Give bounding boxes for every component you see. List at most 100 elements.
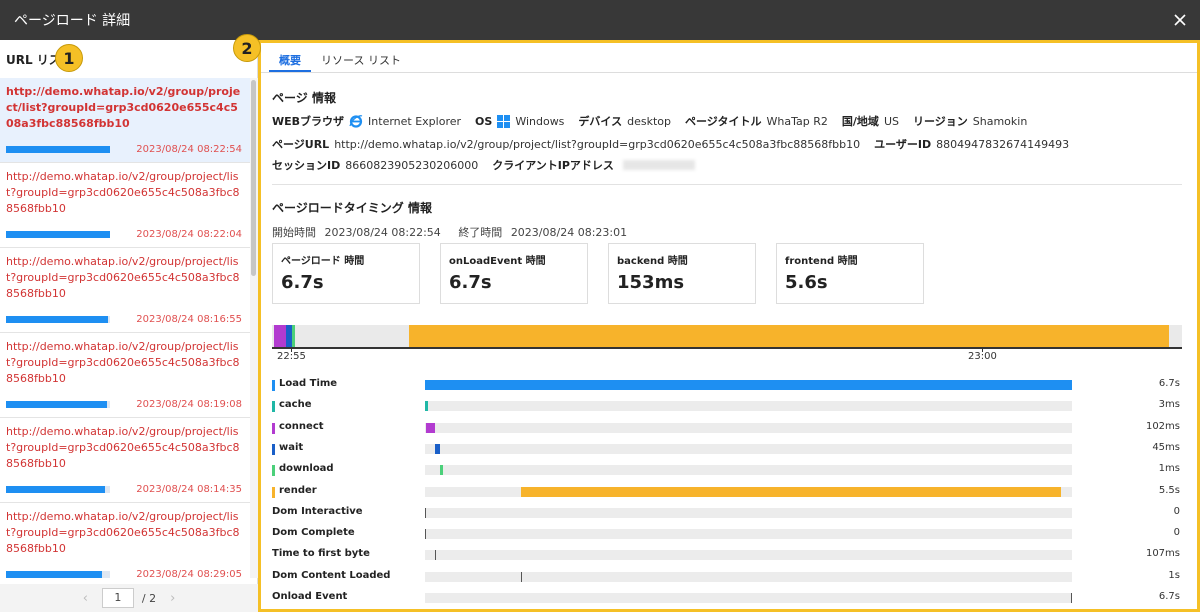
card-backend-time: backend 時間 153ms [608, 243, 756, 304]
modal-title-bar: ページロード 詳細 [0, 0, 1200, 40]
list-item[interactable]: http://demo.whatap.io/v2/group/project/l… [0, 163, 250, 248]
list-item-date: 2023/08/24 08:29:05 [136, 569, 242, 578]
list-item-date: 2023/08/24 08:19:08 [136, 399, 242, 410]
list-item[interactable]: http://demo.whatap.io/v2/group/project/l… [0, 503, 250, 578]
metric-name: Onload Event [272, 591, 348, 602]
browser-label: WEBブラウザ [272, 115, 345, 128]
card-onload-event-time: onLoadEvent 時間 6.7s [440, 243, 588, 304]
metric-row: download 1ms [272, 461, 1192, 482]
list-item-date: 2023/08/24 08:22:54 [136, 144, 242, 155]
url-list: http://demo.whatap.io/v2/group/project/l… [0, 78, 250, 578]
region-value: Shamokin [972, 114, 1028, 128]
list-item-url: http://demo.whatap.io/v2/group/project/l… [6, 170, 240, 215]
browser-value: Internet Explorer [368, 114, 462, 128]
list-item-progress-fill [6, 231, 110, 238]
metric-value: 0 [1173, 527, 1180, 539]
list-item-progress-fill [6, 571, 102, 578]
list-item[interactable]: http://demo.whatap.io/v2/group/project/l… [0, 333, 250, 418]
metric-marker [1071, 593, 1072, 603]
metric-track [425, 380, 1072, 390]
list-item-url: http://demo.whatap.io/v2/group/project/l… [6, 425, 240, 470]
timing-info-title: ページロードタイミング 情報 [272, 201, 432, 215]
start-time-label: 開始時間 [272, 226, 316, 239]
metric-row: Dom Complete 0 [272, 525, 1192, 546]
metric-name: cache [279, 399, 312, 411]
user-id-label: ユーザーID [874, 138, 932, 151]
list-item-url: http://demo.whatap.io/v2/group/project/l… [6, 255, 240, 300]
device-label: デバイス [578, 115, 623, 128]
country-label: 国/地域 [841, 115, 879, 128]
metric-bar [435, 443, 440, 454]
os-value: Windows [515, 114, 565, 128]
metric-value: 45ms [1152, 441, 1180, 453]
session-id-value: 8660823905230206000 [345, 158, 479, 172]
metric-name: Dom Interactive [272, 505, 363, 517]
os-label: OS [475, 114, 493, 128]
timing-range: 開始時間 2023/08/24 08:22:54 終了時間 2023/08/24… [272, 224, 641, 240]
list-item-progress [6, 401, 110, 408]
page-title-value: WhaTap R2 [766, 114, 828, 128]
metric-name: wait [279, 441, 304, 453]
card-value: 5.6s [785, 272, 828, 293]
metric-name: connect [279, 420, 324, 432]
metric-row: Onload Event 6.7s [272, 589, 1192, 610]
detail-tabs: 概要 リソース リスト [261, 43, 1197, 73]
timeline-connect-segment [274, 325, 286, 347]
user-id-value: 8804947832674149493 [936, 137, 1070, 151]
list-item[interactable]: http://demo.whatap.io/v2/group/project/l… [0, 78, 250, 163]
metric-name: Dom Complete [272, 527, 355, 539]
metric-track [425, 422, 1072, 433]
page-title-label: ページタイトル [684, 115, 762, 128]
metric-row: render 5.5s [272, 483, 1192, 504]
metric-marker [521, 571, 523, 582]
modal-title: ページロード 詳細 [14, 13, 131, 29]
metric-row: connect 102ms [272, 419, 1192, 440]
metric-track [425, 401, 1072, 412]
session-id-label: セッションID [272, 159, 341, 172]
device-value: desktop [627, 114, 671, 128]
scrollbar-thumb[interactable] [251, 80, 256, 276]
metric-row: Time to first byte 107ms [272, 546, 1192, 567]
tab-resource-list[interactable]: リソース リスト [311, 43, 411, 72]
next-page-icon[interactable]: › [170, 591, 175, 606]
metric-name: Time to first byte [272, 548, 370, 560]
tab-overview[interactable]: 概要 [269, 43, 311, 72]
metric-color-swatch [272, 401, 275, 413]
metric-row: Dom Content Loaded 1s [272, 568, 1192, 589]
url-list-panel: URL リスト 1 http://demo.whatap.io/v2/group… [0, 40, 258, 612]
list-item-progress-fill [6, 316, 108, 323]
pagination: ‹ 1 / 2 › [0, 584, 258, 612]
card-label: onLoadEvent 時間 [449, 256, 546, 267]
card-label: ページロード 時間 [281, 256, 365, 267]
metric-track [425, 486, 1072, 497]
detail-panel: 概要 リソース リスト ページ 情報 WEBブラウザ Internet Expl… [258, 40, 1200, 612]
list-item-url: http://demo.whatap.io/v2/group/project/l… [6, 510, 240, 555]
metric-row: wait 45ms [272, 440, 1192, 461]
metric-value: 5.5s [1158, 484, 1180, 496]
metric-marker [435, 550, 437, 561]
timeline-overview[interactable] [272, 325, 1182, 347]
close-icon[interactable] [1170, 10, 1190, 30]
card-value: 153ms [617, 272, 685, 293]
metric-name: render [279, 484, 317, 496]
metric-value: 6.7s [1158, 378, 1180, 389]
url-list-scrollbar[interactable] [250, 78, 258, 578]
end-time-label: 終了時間 [458, 226, 503, 239]
list-item[interactable]: http://demo.whatap.io/v2/group/project/l… [0, 418, 250, 503]
metric-color-swatch [272, 486, 275, 498]
metric-track [425, 593, 1072, 603]
list-item-progress [6, 146, 110, 153]
page-info-row-3: セッションID 8660823905230206000 クライアントIPアドレス [272, 157, 695, 173]
metric-track [425, 443, 1072, 454]
list-item-progress [6, 571, 110, 578]
timeline-gap-segment [295, 325, 409, 347]
list-item-url: http://demo.whatap.io/v2/group/project/l… [6, 340, 240, 385]
metric-bar [521, 486, 1061, 497]
list-item-date: 2023/08/24 08:22:04 [136, 229, 242, 240]
metric-row: Dom Interactive 0 [272, 504, 1192, 525]
page-info-row-2: ページURL http://demo.whatap.io/v2/group/pr… [272, 136, 1083, 152]
metric-name: download [279, 463, 334, 475]
list-item[interactable]: http://demo.whatap.io/v2/group/project/l… [0, 248, 250, 333]
prev-page-icon[interactable]: ‹ [83, 591, 88, 606]
page-number-input[interactable]: 1 [101, 588, 134, 608]
